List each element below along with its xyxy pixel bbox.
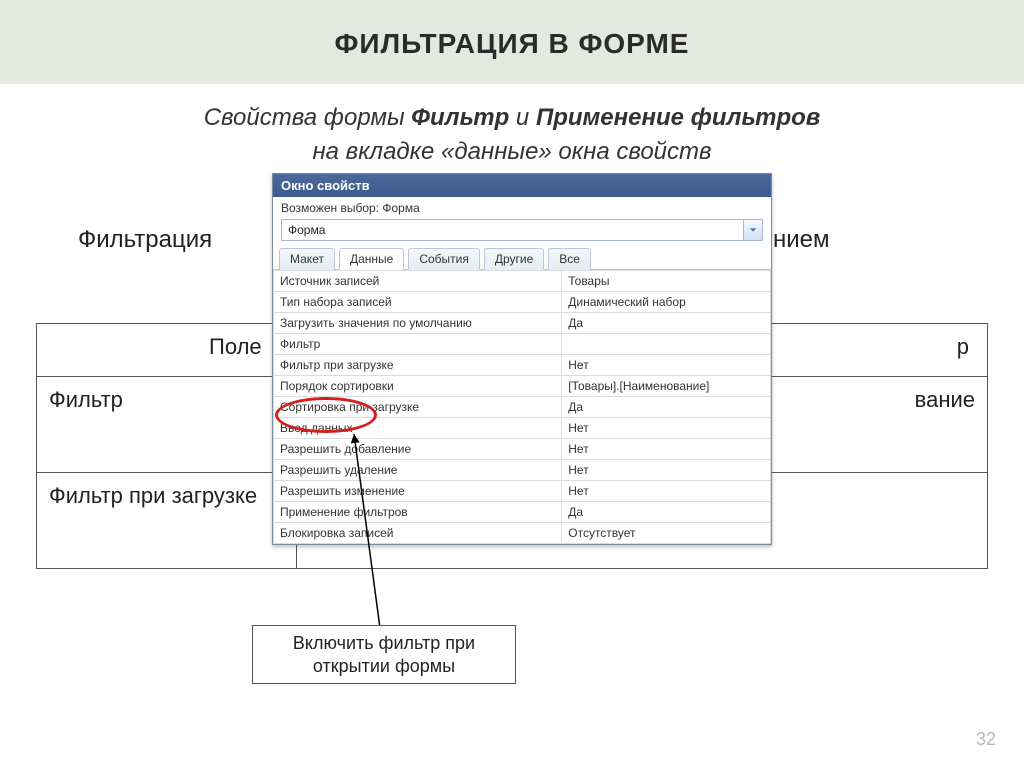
slide-title: ФИЛЬТРАЦИЯ В ФОРМЕ (0, 28, 1024, 60)
property-row[interactable]: Сортировка при загрузкеДа (274, 397, 771, 418)
tab-data[interactable]: Данные (339, 248, 404, 270)
property-value[interactable]: Динамический набор (562, 292, 771, 313)
properties-grid: Источник записейТоварыТип набора записей… (273, 270, 771, 544)
subtitle-bold-1: Фильтр (411, 104, 509, 131)
property-row[interactable]: Ввод данныхНет (274, 418, 771, 439)
subtitle-text-prefix: Свойства формы (204, 104, 412, 131)
property-name: Порядок сортировки (274, 376, 562, 397)
slide-subtitle-line2: на вкладке «данные» окна свойств (0, 138, 1024, 166)
property-row[interactable]: Порядок сортировки[Товары].[Наименование… (274, 376, 771, 397)
property-name: Разрешить изменение (274, 481, 562, 502)
property-name: Загрузить значения по умолчанию (274, 313, 562, 334)
subtitle-bold-2: Применение фильтров (536, 104, 820, 131)
property-name: Ввод данных (274, 418, 562, 439)
slide-title-band: ФИЛЬТРАЦИЯ В ФОРМЕ (0, 0, 1024, 84)
property-value[interactable] (562, 334, 771, 355)
tab-layout[interactable]: Макет (279, 248, 335, 270)
property-name: Разрешить добавление (274, 439, 562, 460)
property-value[interactable]: Да (562, 313, 771, 334)
bg-table-row1-left: Фильтр (37, 377, 297, 473)
tab-events[interactable]: События (408, 248, 480, 270)
subtext-left-fragment: Фильтрация (78, 226, 212, 254)
dropdown-value[interactable]: Форма (281, 219, 744, 241)
property-name: Фильтр (274, 334, 562, 355)
property-row[interactable]: Разрешить добавлениеНет (274, 439, 771, 460)
property-value[interactable]: Нет (562, 418, 771, 439)
property-row[interactable]: Разрешить изменениеНет (274, 481, 771, 502)
property-name: Применение фильтров (274, 502, 562, 523)
property-row[interactable]: Тип набора записейДинамический набор (274, 292, 771, 313)
property-name: Сортировка при загрузке (274, 397, 562, 418)
property-row[interactable]: Загрузить значения по умолчаниюДа (274, 313, 771, 334)
property-value[interactable]: Да (562, 397, 771, 418)
property-name: Блокировка записей (274, 523, 562, 544)
propwin-tabs: Макет Данные События Другие Все (273, 247, 771, 270)
property-name: Фильтр при загрузке (274, 355, 562, 376)
tab-other[interactable]: Другие (484, 248, 544, 270)
property-value[interactable]: Нет (562, 355, 771, 376)
bg-table-header-left: Поле (37, 324, 297, 377)
property-name: Разрешить удаление (274, 460, 562, 481)
dropdown-button[interactable] (744, 219, 763, 241)
slide-subtitle: Свойства формы Фильтр и Применение фильт… (40, 102, 984, 134)
subtext-right-fragment: нием (773, 226, 830, 254)
property-value[interactable]: Нет (562, 460, 771, 481)
property-row[interactable]: Применение фильтровДа (274, 502, 771, 523)
property-row[interactable]: Источник записейТовары (274, 271, 771, 292)
property-value[interactable]: Товары (562, 271, 771, 292)
property-row[interactable]: Блокировка записейОтсутствует (274, 523, 771, 544)
property-row[interactable]: Разрешить удалениеНет (274, 460, 771, 481)
propwin-titlebar: Окно свойств (273, 174, 771, 197)
property-value[interactable]: Нет (562, 439, 771, 460)
property-value[interactable]: Да (562, 502, 771, 523)
property-row[interactable]: Фильтр (274, 334, 771, 355)
propwin-selection-label: Возможен выбор: Форма (273, 197, 771, 217)
bg-table-row2-left: Фильтр при загрузке (37, 473, 297, 569)
chevron-down-icon (749, 226, 757, 234)
tab-all[interactable]: Все (548, 248, 591, 270)
property-value[interactable]: Нет (562, 481, 771, 502)
property-value[interactable]: [Товары].[Наименование] (562, 376, 771, 397)
propwin-object-dropdown[interactable]: Форма (281, 219, 763, 241)
property-value[interactable]: Отсутствует (562, 523, 771, 544)
property-name: Тип набора записей (274, 292, 562, 313)
subtitle-text-mid: и (516, 104, 536, 131)
property-row[interactable]: Фильтр при загрузкеНет (274, 355, 771, 376)
slide-number: 32 (976, 729, 996, 750)
callout-box: Включить фильтр при открытии формы (252, 625, 516, 684)
properties-window: Окно свойств Возможен выбор: Форма Форма… (272, 173, 772, 545)
property-name: Источник записей (274, 271, 562, 292)
